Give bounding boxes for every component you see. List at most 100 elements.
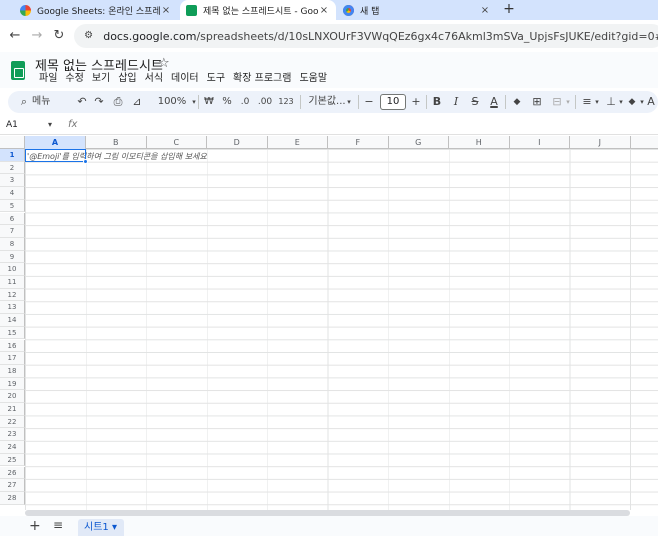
percent-format-button[interactable]: % [220, 93, 234, 111]
font-size-input[interactable]: 10 [380, 94, 406, 110]
text-color-button[interactable]: A [487, 93, 501, 111]
active-cell-a1[interactable] [25, 149, 86, 162]
chevron-down-icon: ▾ [566, 98, 570, 106]
row-header[interactable]: 6 [0, 212, 25, 226]
menu-search-input[interactable]: 메뉴 [32, 93, 58, 111]
menu-help[interactable]: 도움말 [295, 72, 331, 86]
search-icon[interactable]: ⌕ [18, 93, 30, 111]
column-header-d[interactable]: D [207, 136, 268, 149]
column-header-c[interactable]: C [147, 136, 207, 149]
menu-view[interactable]: 보기 [88, 72, 114, 86]
italic-button[interactable]: I [449, 93, 463, 111]
back-arrow-icon[interactable]: ← [6, 27, 24, 45]
new-tab-button[interactable]: + [500, 0, 518, 20]
close-icon[interactable]: × [318, 5, 330, 16]
row-header[interactable]: 4 [0, 187, 25, 200]
undo-icon[interactable]: ↶ [75, 93, 89, 111]
sheet-tab-sheet1[interactable]: 시트1 ▾ [78, 519, 124, 536]
increase-decimal-button[interactable]: .00 [256, 93, 274, 111]
row-header[interactable]: 26 [0, 466, 25, 480]
bold-button[interactable]: B [430, 93, 444, 111]
menu-file[interactable]: 파일 [35, 72, 61, 86]
column-header-j[interactable]: J [570, 136, 631, 149]
merge-cells-icon[interactable]: ⊟ [550, 93, 564, 111]
fill-handle[interactable] [83, 159, 88, 164]
menu-data[interactable]: 데이터 [167, 72, 203, 86]
sheets-logo-icon[interactable] [11, 61, 25, 80]
row-header[interactable]: 1 [0, 149, 25, 162]
address-bar[interactable]: ⚙ docs.google.com/spreadsheets/d/10sLNXO… [74, 24, 658, 48]
row-header[interactable]: 18 [0, 364, 25, 378]
row-header[interactable]: 28 [0, 491, 25, 505]
reload-icon[interactable]: ↻ [50, 27, 68, 45]
star-icon[interactable]: ☆ [158, 56, 170, 71]
row-header[interactable]: 2 [0, 161, 25, 175]
row-header[interactable]: 12 [0, 288, 25, 302]
row-header[interactable]: 17 [0, 352, 25, 365]
column-header-i[interactable]: I [510, 136, 570, 149]
menu-tools[interactable]: 도구 [203, 72, 229, 86]
row-header[interactable]: 16 [0, 339, 25, 353]
chevron-down-icon[interactable]: ▾ [48, 120, 52, 129]
column-header-b[interactable]: B [86, 136, 147, 149]
select-all-corner[interactable] [0, 136, 25, 149]
menu-format[interactable]: 서식 [141, 72, 167, 86]
row-header[interactable]: 24 [0, 441, 25, 454]
row-header[interactable]: 27 [0, 479, 25, 492]
column-header-a[interactable]: A [25, 136, 86, 149]
row-header[interactable]: 22 [0, 415, 25, 429]
print-icon[interactable]: ⎙ [111, 93, 125, 111]
all-sheets-button[interactable]: ≡ [53, 518, 63, 532]
column-header-e[interactable]: E [268, 136, 328, 149]
font-select[interactable]: 기본값... [305, 93, 349, 111]
row-header[interactable]: 20 [0, 390, 25, 403]
paint-format-icon[interactable]: ⊿ [130, 93, 144, 111]
vertical-align-icon[interactable]: ⊥ [604, 93, 618, 111]
column-header-f[interactable]: F [328, 136, 389, 149]
row-header[interactable]: 25 [0, 453, 25, 467]
currency-format-button[interactable]: ₩ [202, 93, 216, 111]
text-rotation-icon[interactable]: A [646, 93, 656, 111]
row-header[interactable]: 15 [0, 326, 25, 340]
url-text[interactable]: docs.google.com/spreadsheets/d/10sLNXOUr… [103, 30, 658, 43]
menu-edit[interactable]: 수정 [61, 72, 87, 86]
close-icon[interactable]: × [479, 5, 491, 16]
menu-insert[interactable]: 삽입 [114, 72, 140, 86]
strikethrough-button[interactable]: S [468, 93, 482, 111]
spreadsheet-grid[interactable]: A B C D E F G H I J 1 2 3 4 5 6 7 8 9 10 11 12 13 14 1… [0, 136, 658, 510]
row-header[interactable]: 3 [0, 174, 25, 188]
row-header[interactable]: 13 [0, 301, 25, 315]
browser-tab-google-sheets[interactable]: Google Sheets: 온라인 스프레 × [14, 0, 178, 20]
row-header[interactable]: 5 [0, 199, 25, 213]
row-header[interactable]: 8 [0, 237, 25, 251]
name-box[interactable]: A1 [6, 120, 18, 130]
browser-tab-untitled-spreadsheet[interactable]: 제목 없는 스프레드시트 - Goo × [180, 0, 336, 21]
forward-arrow-icon[interactable]: → [28, 27, 46, 45]
row-header[interactable]: 11 [0, 276, 25, 289]
row-header[interactable]: 10 [0, 263, 25, 276]
more-formats-button[interactable]: 123 [277, 93, 295, 111]
row-header[interactable]: 21 [0, 403, 25, 416]
zoom-select[interactable]: 100% [152, 93, 192, 111]
column-header-h[interactable]: H [449, 136, 510, 149]
row-header[interactable]: 7 [0, 225, 25, 238]
column-header-g[interactable]: G [389, 136, 449, 149]
close-icon[interactable]: × [160, 5, 172, 16]
browser-tab-new-tab[interactable]: 새 탭 × [337, 0, 497, 20]
row-header[interactable]: 19 [0, 377, 25, 391]
row-header[interactable]: 14 [0, 314, 25, 327]
add-sheet-button[interactable]: + [29, 518, 41, 534]
redo-icon[interactable]: ↷ [92, 93, 106, 111]
decrease-decimal-button[interactable]: .0 [237, 93, 253, 111]
site-info-icon[interactable]: ⚙ [82, 29, 95, 43]
row-header[interactable]: 23 [0, 428, 25, 442]
cell-area[interactable] [25, 149, 658, 510]
horizontal-align-icon[interactable]: ≡ [580, 93, 594, 111]
row-header[interactable]: 9 [0, 250, 25, 264]
increase-font-size-button[interactable]: + [410, 93, 422, 111]
fill-color-icon[interactable]: ◆ [510, 93, 524, 111]
text-wrap-icon[interactable]: ◆ [626, 93, 638, 111]
menu-extensions[interactable]: 확장 프로그램 [229, 72, 295, 86]
decrease-font-size-button[interactable]: − [363, 93, 375, 111]
borders-icon[interactable]: ⊞ [530, 93, 544, 111]
